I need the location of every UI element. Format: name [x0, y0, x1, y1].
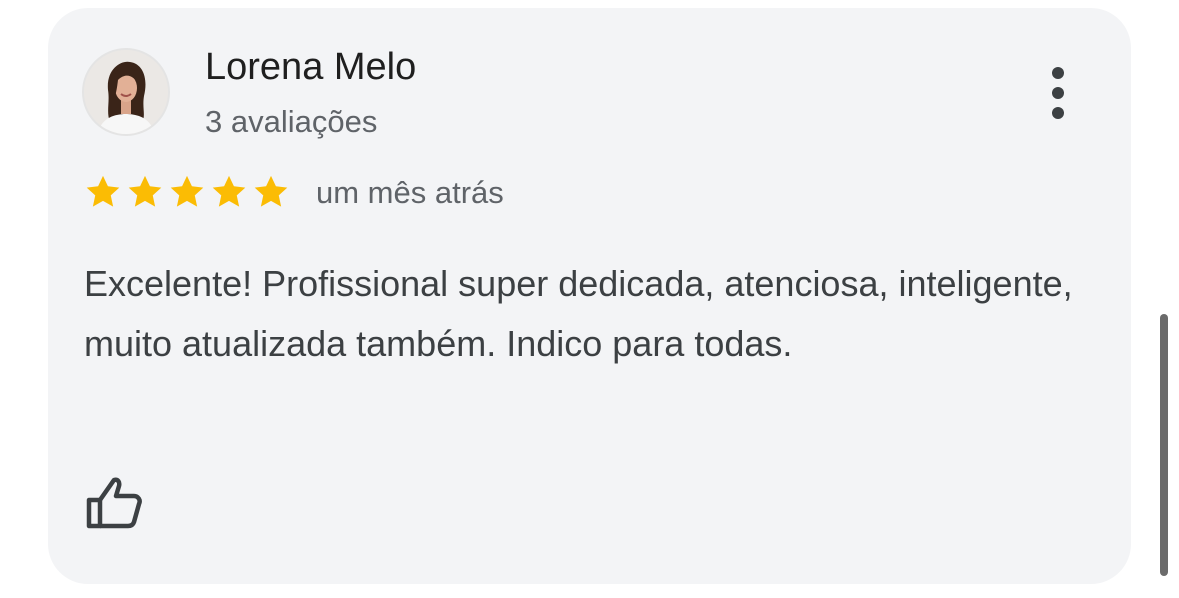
star-rating [84, 173, 290, 211]
star-icon [86, 175, 120, 207]
star-icon [128, 175, 162, 207]
avatar-photo [84, 50, 168, 134]
reviewer-name[interactable]: Lorena Melo [205, 48, 416, 86]
reviewer-review-count[interactable]: 3 avaliações [205, 106, 377, 137]
star-icon [254, 175, 288, 207]
review-card: Lorena Melo 3 avaliações um mês atrás Ex… [48, 8, 1131, 584]
more-options-button[interactable] [1038, 63, 1078, 123]
review-text: Excelente! Profissional super dedicada, … [84, 263, 1073, 364]
rating-row: um mês atrás [84, 172, 504, 212]
scrollbar[interactable] [1160, 314, 1168, 576]
review-time: um mês atrás [316, 174, 504, 210]
like-button[interactable] [84, 474, 146, 534]
star-icon [212, 175, 246, 207]
thumb-up-icon [86, 477, 142, 529]
star-icon [170, 175, 204, 207]
avatar[interactable] [84, 50, 168, 134]
